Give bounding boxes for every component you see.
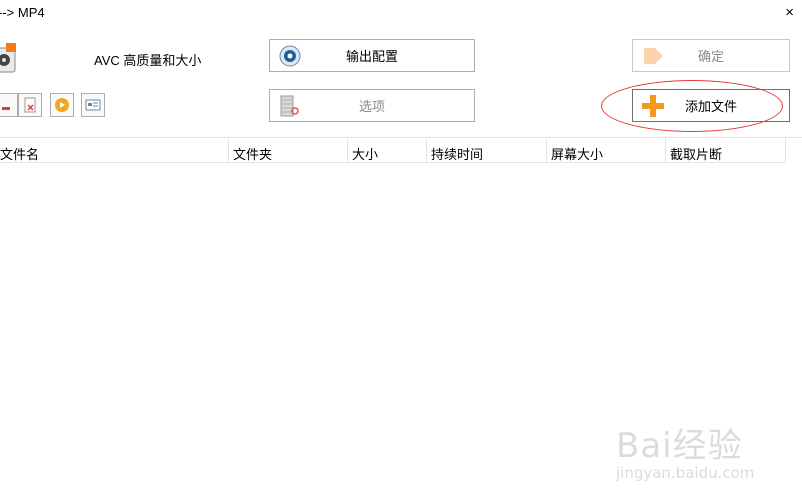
play-icon[interactable] <box>50 93 74 117</box>
arrow-right-icon <box>641 44 665 68</box>
column-header-size[interactable]: 大小 <box>348 139 427 163</box>
title-bar: --> MP4 × <box>0 0 802 28</box>
column-header-screen-size[interactable]: 屏幕大小 <box>547 139 666 163</box>
output-config-label: 输出配置 <box>345 49 398 64</box>
ok-label: 确定 <box>697 49 724 64</box>
file-table[interactable]: 文件名 文件夹 大小 持续时间 屏幕大小 截取片断 <box>0 137 802 504</box>
remove-red-icon[interactable] <box>0 93 18 117</box>
video-file-icon <box>0 42 16 74</box>
film-scissors-icon <box>278 94 302 118</box>
table-header: 文件名 文件夹 大小 持续时间 屏幕大小 截取片断 <box>0 139 786 163</box>
window-title: --> MP4 <box>0 5 45 20</box>
gear-icon <box>278 44 302 68</box>
column-header-filename[interactable]: 文件名 <box>0 139 229 163</box>
close-icon[interactable]: × <box>785 5 794 20</box>
options-label: 选项 <box>358 99 385 114</box>
media-info-icon[interactable] <box>81 93 105 117</box>
options-button[interactable]: 选项 <box>269 89 475 122</box>
column-header-clip[interactable]: 截取片断 <box>666 139 786 163</box>
ok-button[interactable]: 确定 <box>632 39 790 72</box>
column-header-duration[interactable]: 持续时间 <box>427 139 547 163</box>
add-file-label: 添加文件 <box>684 99 737 114</box>
output-config-button[interactable]: 输出配置 <box>269 39 475 72</box>
delete-file-icon[interactable] <box>18 93 42 117</box>
plus-icon <box>641 94 665 118</box>
add-file-button[interactable]: 添加文件 <box>632 89 790 122</box>
column-header-folder[interactable]: 文件夹 <box>229 139 348 163</box>
profile-label: AVC 高质量和大小 <box>94 53 202 68</box>
